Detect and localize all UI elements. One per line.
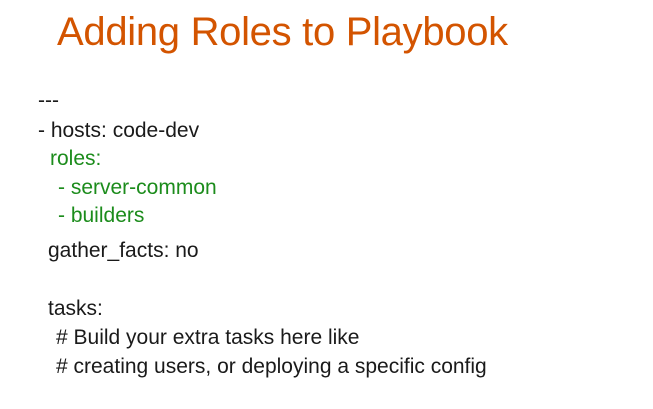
code-line-role-builders: - builders — [58, 204, 145, 227]
code-line-hosts: - hosts: code-dev — [38, 119, 200, 142]
slide-title: Adding Roles to Playbook — [57, 10, 508, 54]
code-line-role-server-common: - server-common — [58, 176, 217, 199]
code-line-gather-facts: gather_facts: no — [48, 239, 199, 262]
code-line-roles-key: roles: — [50, 147, 102, 170]
slide: Adding Roles to Playbook --- - hosts: co… — [0, 0, 653, 409]
code-line-comment-build-tasks: # Build your extra tasks here like — [56, 326, 360, 349]
code-line-document-start: --- — [38, 89, 59, 112]
code-line-comment-creating-users: # creating users, or deploying a specifi… — [56, 355, 487, 378]
code-line-tasks-key: tasks: — [48, 297, 103, 320]
